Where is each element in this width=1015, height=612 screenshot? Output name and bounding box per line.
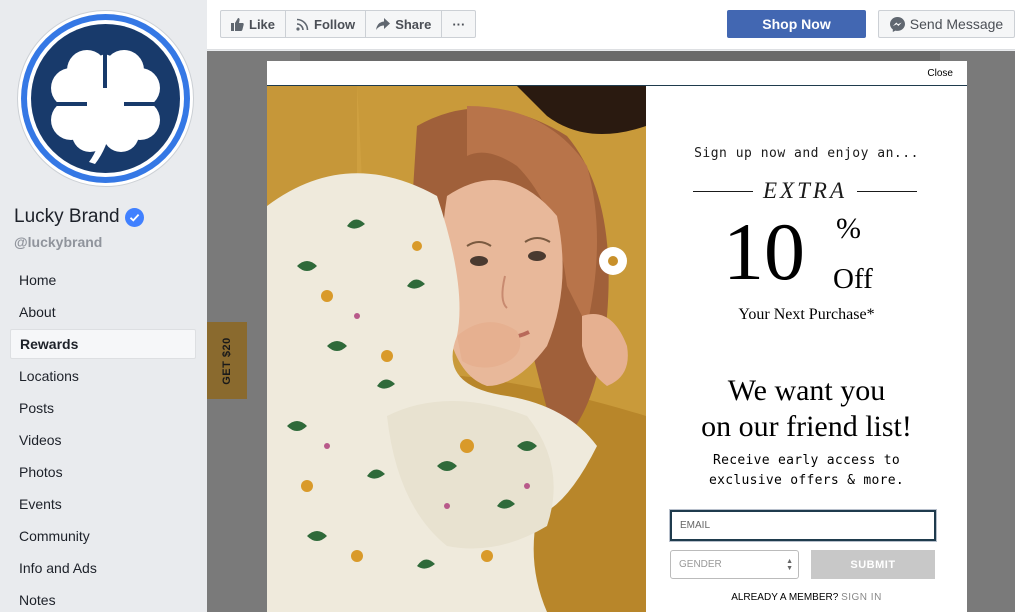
share-button[interactable]: Share [366, 11, 443, 37]
sidebar-item-photos[interactable]: Photos [10, 456, 196, 488]
signup-modal: Close Sign up now and enjoy an... EXTRA … [267, 61, 967, 612]
select-arrows-icon: ▲ ▼ [786, 558, 793, 572]
sidebar-nav: Home About Rewards Locations Posts Video… [10, 264, 196, 612]
send-message-label: Send Message [909, 16, 1004, 32]
extra-heading: EXTRA [693, 178, 917, 203]
modal-header-bar: Close [267, 61, 967, 86]
thumbs-up-icon [231, 17, 244, 31]
page-action-bar: Like Follow Share ··· Shop Now Send Mess… [207, 0, 1015, 50]
page-title[interactable]: Lucky Brand [14, 206, 144, 228]
gender-placeholder: GENDER [679, 559, 722, 570]
friend-list-headline: We want you on our friend list! [646, 373, 967, 445]
headline-line-2: on our friend list! [701, 410, 912, 443]
like-button[interactable]: Like [221, 11, 287, 37]
subtext-line-1: Receive early access to [713, 453, 900, 468]
get-20-side-tab[interactable]: GET $20 [207, 322, 247, 399]
follow-label: Follow [314, 16, 356, 32]
sidebar-item-notes[interactable]: Notes [10, 584, 196, 612]
clover-logo [31, 24, 180, 173]
sidebar-item-rewards[interactable]: Rewards [10, 329, 196, 359]
sidebar-item-videos[interactable]: Videos [10, 424, 196, 456]
email-input[interactable]: EMAIL [670, 510, 936, 541]
headline-line-1: We want you [727, 374, 886, 407]
get-20-label: GET $20 [221, 336, 233, 385]
shop-now-button[interactable]: Shop Now [727, 10, 866, 38]
model-photo [267, 86, 646, 612]
send-message-button[interactable]: Send Message [878, 10, 1015, 38]
sign-in-link[interactable]: SIGN IN [841, 592, 882, 603]
avatar[interactable] [17, 10, 194, 187]
avatar-inner [27, 20, 184, 177]
extra-label: EXTRA [763, 178, 847, 203]
page-handle[interactable]: @luckybrand [14, 234, 102, 250]
sidebar-item-posts[interactable]: Posts [10, 392, 196, 424]
sidebar-item-info-and-ads[interactable]: Info and Ads [10, 552, 196, 584]
extra-right-rule [857, 190, 917, 192]
discount-percent-sign: % [836, 212, 861, 245]
model-photo-image [267, 86, 646, 612]
page-name-text: Lucky Brand [14, 206, 120, 227]
email-placeholder: EMAIL [680, 520, 711, 531]
discount-off-label: Off [833, 263, 873, 295]
share-arrow-icon [376, 18, 391, 30]
already-member-label: ALREADY A MEMBER? [731, 592, 839, 603]
like-label: Like [249, 16, 276, 32]
sidebar-item-locations[interactable]: Locations [10, 360, 196, 392]
close-button[interactable]: Close [927, 68, 953, 79]
subtext-line-2: exclusive offers & more. [708, 473, 905, 488]
more-options-button[interactable]: ··· [442, 11, 475, 37]
extra-left-rule [693, 190, 753, 192]
page-sidebar: Lucky Brand @luckybrand Home About Rewar… [0, 0, 207, 612]
share-label: Share [395, 16, 432, 32]
messenger-icon [889, 16, 905, 32]
submit-button[interactable]: SUBMIT [811, 550, 935, 579]
discount-amount: 10 [723, 206, 805, 297]
gender-select[interactable]: GENDER ▲ ▼ [670, 550, 799, 579]
verified-badge-icon [124, 207, 144, 227]
clover-icon [51, 50, 160, 164]
early-access-subtext: Receive early access to exclusive offers… [646, 451, 967, 491]
already-member-row: ALREADY A MEMBER? SIGN IN [646, 592, 967, 603]
rss-follow-icon [296, 18, 309, 31]
sidebar-item-community[interactable]: Community [10, 520, 196, 552]
sidebar-item-home[interactable]: Home [10, 264, 196, 296]
next-purchase-label: Your Next Purchase* [738, 306, 875, 323]
sidebar-item-about[interactable]: About [10, 296, 196, 328]
signup-tagline: Sign up now and enjoy an... [694, 146, 919, 161]
more-dots-icon: ··· [452, 16, 466, 32]
follow-button[interactable]: Follow [286, 11, 367, 37]
avatar-ring [21, 14, 190, 183]
signup-form-panel: Sign up now and enjoy an... EXTRA 10 % O… [646, 86, 967, 612]
sidebar-item-events[interactable]: Events [10, 488, 196, 520]
action-button-group: Like Follow Share ··· [220, 10, 477, 38]
